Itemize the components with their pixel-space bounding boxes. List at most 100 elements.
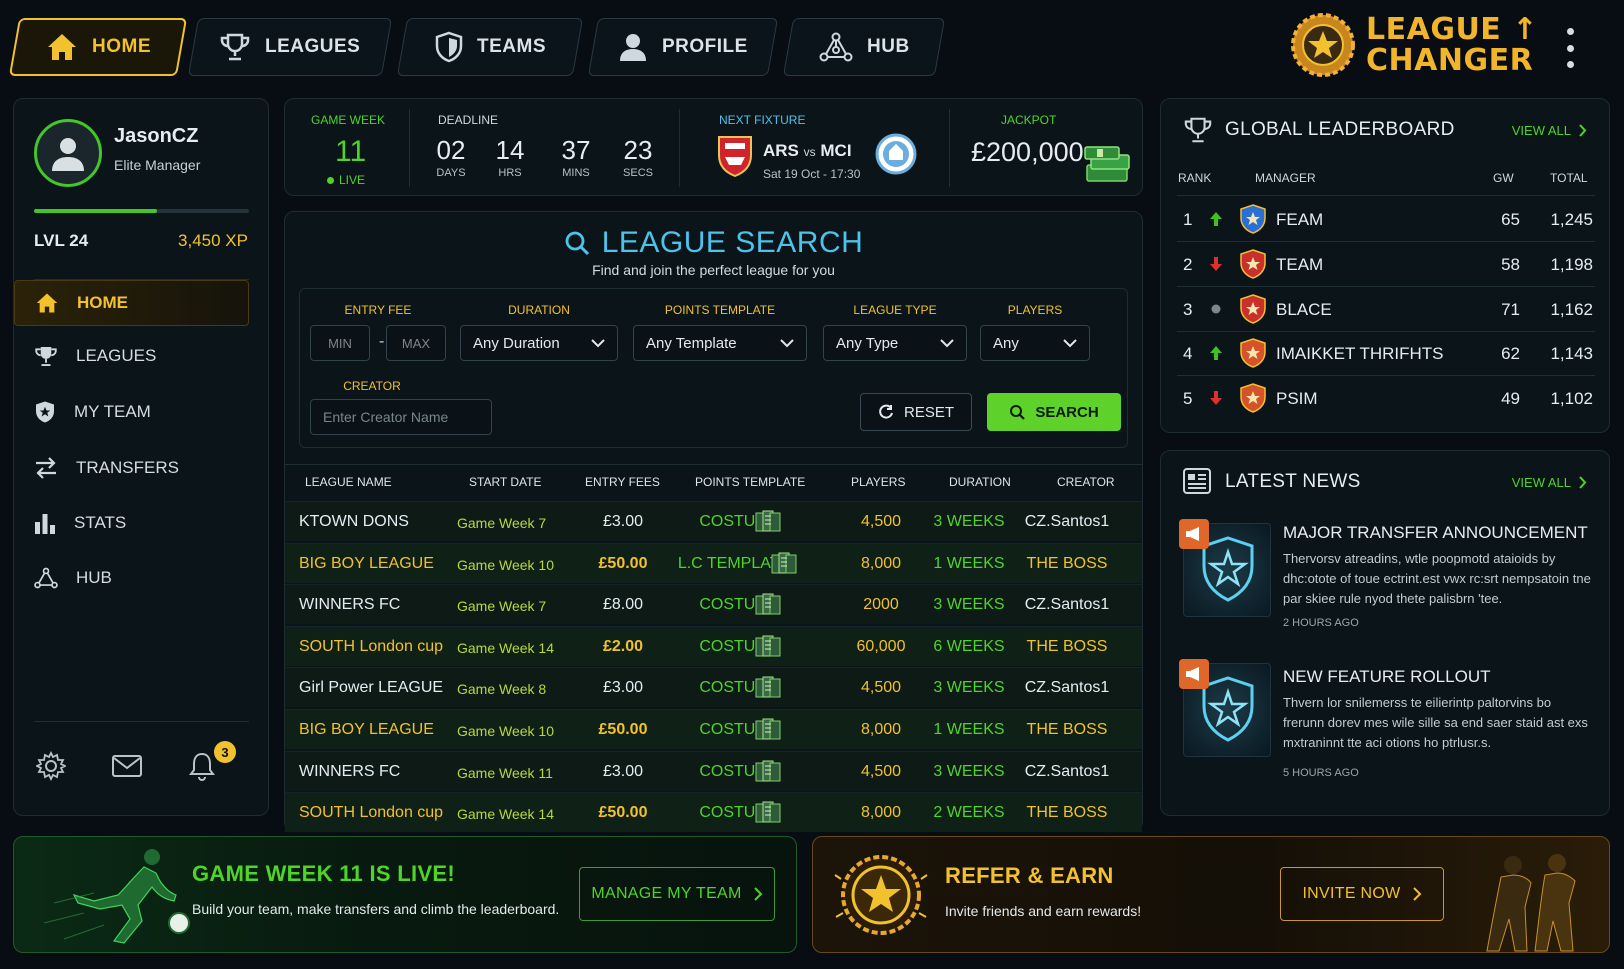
app-logo[interactable]: LEAGUE ↑ CHANGER <box>1290 12 1538 78</box>
countdown-unit: DAYS <box>436 167 466 179</box>
table-row[interactable]: BIG BOY LEAGUE Game Week 10 £50.00 L.C TEMP… <box>285 542 1142 583</box>
leaderboard-view-all-link[interactable]: VIEW ALL <box>1512 123 1587 138</box>
table-row[interactable]: WINNERS FC Game Week 7 £8.00 COSTUM 2000 3 WE… <box>285 584 1142 625</box>
table-cell-players: 8,000 <box>860 721 902 738</box>
table-cell-duration: 3 WEEKS <box>933 513 1005 530</box>
cash-stack-icon <box>1084 146 1130 182</box>
table-cell-creator: THE BOSS <box>1026 554 1108 572</box>
jackpot-amount: £200,000 <box>971 137 1084 167</box>
table-row[interactable]: WINNERS FC Game Week 11 £3.00 COSTUM 4,500 3 … <box>285 750 1142 791</box>
table-cell-duration: 3 WEEKS <box>933 596 1005 614</box>
leaderboard-cell-rank: 1 <box>1183 210 1193 229</box>
sidebar-item-leagues[interactable]: LEAGUES <box>14 333 249 379</box>
leaderboard-cell-manager: FEAM <box>1276 210 1324 229</box>
leaderboard-row[interactable]: 5 PSIM 49 1,102 <box>1161 375 1609 421</box>
user-role: Elite Manager <box>114 157 201 173</box>
filter-label: LEAGUE TYPE <box>853 303 937 317</box>
template-card-icon <box>755 593 781 615</box>
home-team-crest-icon[interactable] <box>717 135 753 177</box>
leaderboard-cell-total: 1,102 <box>1550 389 1593 409</box>
leaderboard-row[interactable]: 4 IMAIKKET THRIFHTS 62 1,143 <box>1161 330 1609 376</box>
avatar[interactable] <box>34 119 102 187</box>
home-icon <box>47 34 76 60</box>
invite-now-button[interactable]: INVITE NOW <box>1280 867 1444 921</box>
league-type-select[interactable]: Any Type <box>823 325 967 361</box>
logo-wordmark: LEAGUE ↑ CHANGER <box>1366 12 1538 78</box>
countdown-days: 02 <box>436 135 466 165</box>
nav-tab-hub[interactable]: HUB <box>782 18 946 76</box>
nav-tab-profile[interactable]: PROFILE <box>587 18 779 76</box>
sidebar-item-hub[interactable]: HUB <box>14 555 249 601</box>
table-cell-fee: £50.00 <box>598 804 648 822</box>
nav-tab-leagues[interactable]: LEAGUES <box>187 18 393 76</box>
news-item-title[interactable]: MAJOR TRANSFER ANNOUNCEMENT <box>1283 523 1588 543</box>
shield-icon <box>435 31 462 63</box>
sidebar-item-my-team[interactable]: MY TEAM <box>14 389 249 435</box>
refer-banner-title: REFER & EARN <box>945 863 1114 888</box>
table-cell-name: SOUTH London cup <box>299 637 444 655</box>
table-row[interactable]: Girl Power LEAGUE Game Week 8 £3.00 COSTUM 4… <box>285 667 1142 708</box>
trend-down-icon <box>1210 391 1222 406</box>
leaderboard-row[interactable]: 2 TEAM 58 1,198 <box>1161 241 1609 287</box>
countdown-mins: 37 <box>561 135 591 165</box>
range-dash: - <box>379 333 385 350</box>
players-select[interactable]: Any <box>980 325 1090 361</box>
template-card-icon <box>755 510 781 532</box>
leaderboard-cell-gw: 58 <box>1501 254 1520 274</box>
creator-input[interactable]: Enter Creator Name <box>310 399 492 435</box>
search-icon <box>565 231 589 256</box>
sidebar-item-home[interactable]: HOME <box>14 280 249 326</box>
league-search-subtitle: Find and join the perfect league for you <box>592 262 835 278</box>
table-row[interactable]: SOUTH London cup Game Week 14 £2.00 COSTUM 6… <box>285 625 1142 666</box>
chevron-down-icon <box>940 338 954 347</box>
template-card-icon <box>771 552 797 574</box>
countdown-unit: SECS <box>623 167 653 179</box>
club-crest-icon <box>1240 249 1266 279</box>
news-item-title[interactable]: NEW FEATURE ROLLOUT <box>1283 667 1490 687</box>
leaderboard-cell-gw: 62 <box>1501 344 1520 364</box>
leaderboard-row[interactable]: 3 BLACE 71 1,162 <box>1161 286 1609 332</box>
news-item-time: 5 HOURS AGO <box>1283 767 1359 779</box>
table-cell-start: Game Week 7 <box>457 515 547 531</box>
search-button[interactable]: SEARCH <box>987 393 1121 431</box>
template-card-icon <box>755 760 781 782</box>
mail-icon[interactable] <box>112 755 142 777</box>
sidebar-item-label: HUB <box>76 568 112 587</box>
gear-icon[interactable] <box>36 751 66 781</box>
jackpot-label: JACKPOT <box>1001 113 1057 127</box>
sidebar-item-transfers[interactable]: TRANSFERS <box>14 445 249 491</box>
table-cell-name: Girl Power LEAGUE <box>299 679 444 697</box>
bell-icon[interactable] <box>188 751 216 781</box>
points-template-select[interactable]: Any Template <box>633 325 807 361</box>
table-row[interactable]: KTOWN DONS Game Week 7 £3.00 COSTUM 4,500 3 W… <box>285 501 1142 541</box>
leaderboard-cell-total: 1,162 <box>1550 299 1593 319</box>
reset-button[interactable]: RESET <box>860 393 972 431</box>
nav-tab-teams[interactable]: TEAMS <box>396 18 584 76</box>
table-cell-creator: CZ.Santos1 <box>1024 679 1110 697</box>
bar-chart-icon <box>35 514 55 534</box>
news-item-time: 2 HOURS AGO <box>1283 617 1359 629</box>
away-team-crest-icon[interactable] <box>875 133 917 175</box>
nav-tab-label: PROFILE <box>662 36 748 57</box>
hub-icon <box>34 567 58 589</box>
sidebar-item-stats[interactable]: STATS <box>14 500 249 546</box>
nav-tab-home[interactable]: HOME <box>8 18 188 76</box>
leaderboard-cell-total: 1,245 <box>1550 210 1593 229</box>
manage-my-team-button[interactable]: MANAGE MY TEAM <box>579 867 775 921</box>
table-row[interactable]: BIG BOY LEAGUE Game Week 10 £50.00 COSTUM 8,… <box>285 709 1142 749</box>
more-menu-icon[interactable] <box>1565 28 1575 68</box>
leaderboard-cell-total: 1,198 <box>1550 254 1593 274</box>
table-cell-duration: 1 WEEKS <box>933 721 1005 738</box>
table-cell-start: Game Week 14 <box>457 639 555 656</box>
duration-select[interactable]: Any Duration <box>460 325 618 361</box>
xp-progress-bar <box>34 209 249 213</box>
entry-fee-max-input[interactable]: MAX <box>386 325 446 361</box>
leaderboard-row[interactable]: 1 FEAM 65 1,245 <box>1161 196 1609 242</box>
notification-badge: 3 <box>214 741 236 763</box>
news-view-all-link[interactable]: VIEW ALL <box>1512 475 1587 490</box>
refer-earn-banner: REFER & EARN Invite friends and earn rew… <box>812 836 1610 953</box>
table-row[interactable]: SOUTH London cup Game Week 14 £50.00 COSTUM… <box>285 792 1142 833</box>
entry-fee-min-input[interactable]: MIN <box>310 325 370 361</box>
leaderboard-cell-rank: 4 <box>1183 344 1193 364</box>
column-header: CREATOR <box>1057 475 1115 489</box>
